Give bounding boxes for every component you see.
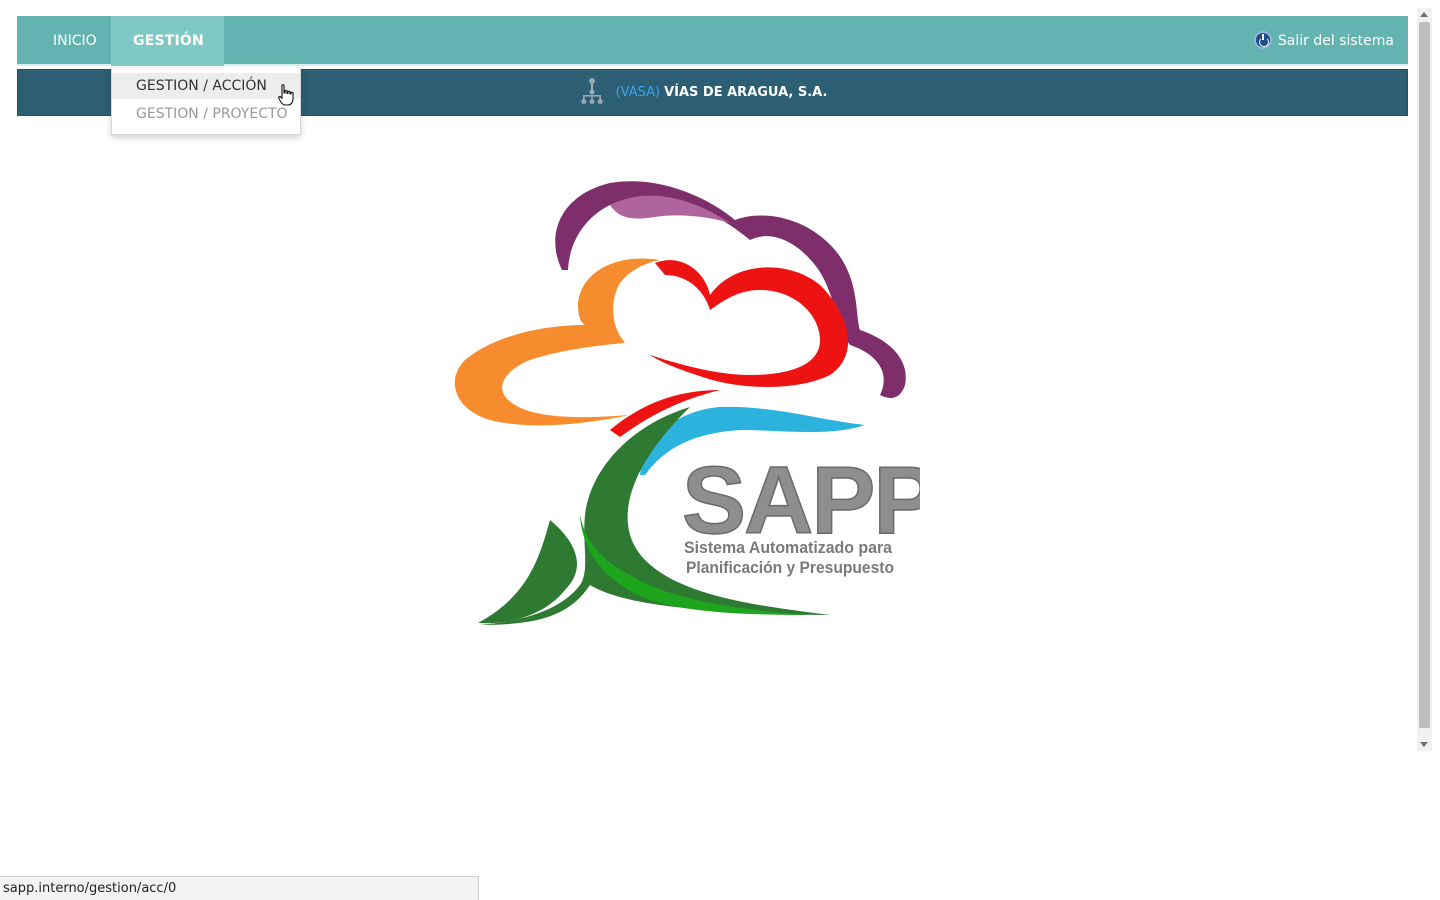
organization-info: (VASA) VÍAS DE ARAGUA, S.A. — [578, 70, 828, 115]
sapp-logo: SAPP Sistema Automatizado para Planifica… — [454, 181, 920, 625]
menu-item-gestion-proyecto[interactable]: GESTION / PROYECTO — [112, 101, 300, 127]
organization-code: (VASA) — [615, 85, 661, 100]
hand-pointer-icon — [278, 84, 294, 106]
logo-subtitle-line1: Sistema Automatizado para — [684, 538, 893, 557]
organization-name: VÍAS DE ARAGUA, S.A. — [664, 85, 828, 100]
menu-item-gestion-accion[interactable]: GESTION / ACCIÓN — [112, 73, 300, 99]
logout-label: Salir del sistema — [1277, 33, 1394, 49]
org-chart-icon — [580, 77, 603, 104]
nav-gestion-label: GESTIÓN — [133, 33, 204, 49]
nav-gestion-dropdown-toggle[interactable]: GESTIÓN — [111, 16, 224, 93]
logout-link[interactable]: Salir del sistema — [1253, 16, 1394, 66]
logo-subtitle-line2: Planificación y Presupuesto — [686, 558, 894, 577]
logo-orange-swoosh — [454, 258, 660, 426]
gestion-dropdown-menu: GESTION / ACCIÓN GESTION / PROYECTO — [111, 68, 301, 135]
scroll-down-arrow-icon[interactable] — [1420, 742, 1428, 747]
top-navbar: INICIO GESTIÓN Salir del sistema — [17, 16, 1408, 93]
status-bar-url: sapp.interno/gestion/acc/0 — [0, 876, 479, 900]
scroll-up-arrow-icon[interactable] — [1420, 12, 1428, 17]
vertical-scrollbar[interactable] — [1417, 8, 1432, 751]
nav-inicio[interactable]: INICIO — [53, 16, 97, 66]
scrollbar-thumb[interactable] — [1419, 22, 1430, 728]
logo-red-swoosh — [650, 260, 849, 387]
power-icon — [1253, 31, 1272, 49]
